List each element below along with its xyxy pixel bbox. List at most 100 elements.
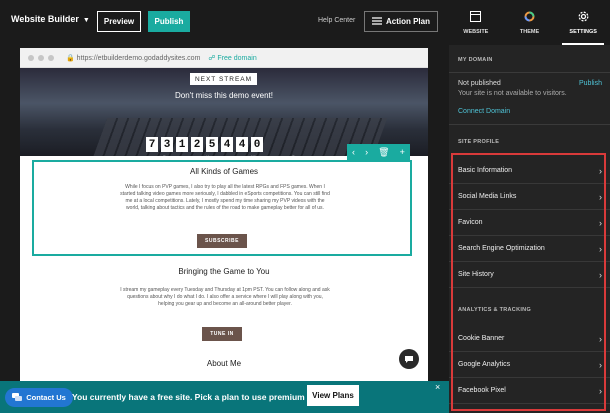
window-dots	[28, 55, 54, 61]
setting-cookie-banner[interactable]: Cookie Banner ›	[449, 326, 610, 352]
setting-basic-information[interactable]: Basic Information ›	[449, 158, 610, 184]
free-domain-label: Free domain	[217, 55, 257, 62]
next-stream-label: NEXT STREAM	[190, 73, 257, 85]
setting-social-media-links[interactable]: Social Media Links ›	[449, 184, 610, 210]
chevron-right-icon: ›	[599, 217, 602, 228]
window-dot	[28, 55, 34, 61]
settings-panel: WEBSITE THEME SETTINGS MY DOMAIN Not pub…	[449, 0, 610, 413]
editor-topbar: Website Builder ▼ Preview Publish Help Ce…	[0, 0, 449, 44]
action-plan-button[interactable]: Action Plan	[364, 11, 438, 32]
action-plan-label: Action Plan	[385, 17, 430, 26]
countdown-digit: 0	[251, 137, 263, 152]
site-preview-frame: 🔒 https://etbuilderdemo.godaddysites.com…	[20, 48, 428, 381]
browser-url-bar: 🔒 https://etbuilderdemo.godaddysites.com…	[20, 48, 428, 68]
countdown-timer: 73125440	[146, 137, 263, 152]
chevron-right-icon: ›	[599, 191, 602, 202]
setting-label: Basic Information	[458, 167, 513, 174]
tab-label: SETTINGS	[569, 28, 597, 35]
close-icon[interactable]: ×	[435, 382, 440, 392]
tab-settings[interactable]: SETTINGS	[556, 0, 610, 45]
setting-site-history[interactable]: Site History ›	[449, 262, 610, 288]
countdown-digit: 5	[206, 137, 218, 152]
setting-label: Cookie Banner	[458, 335, 505, 342]
site-title: Website Builder	[11, 14, 79, 24]
countdown-digit: 1	[176, 137, 188, 152]
countdown-digit: 4	[236, 137, 248, 152]
tab-theme[interactable]: THEME	[503, 0, 557, 45]
window-dot	[38, 55, 44, 61]
chevron-right-icon: ›	[599, 243, 602, 254]
window-dot	[48, 55, 54, 61]
countdown-unit-label: Days	[163, 154, 172, 156]
countdown-unit-label: Hours	[206, 154, 217, 156]
site-profile-heading: SITE PROFILE	[458, 139, 500, 145]
tab-label: WEBSITE	[463, 28, 489, 35]
divider	[449, 124, 610, 125]
analytics-heading: ANALYTICS & TRACKING	[458, 307, 532, 313]
checklist-icon	[371, 16, 382, 27]
section-toolbar: ‹ › 🗑 +	[347, 144, 410, 160]
move-down-icon[interactable]: ›	[365, 147, 368, 157]
color-ring-icon	[524, 11, 535, 24]
chevron-down-icon: ▼	[82, 17, 90, 24]
section-title: About Me	[206, 359, 242, 368]
setting-label: Social Media Links	[458, 193, 517, 200]
countdown-unit-label: Sec	[292, 154, 299, 156]
chat-icon[interactable]	[399, 349, 419, 369]
my-domain-heading: MY DOMAIN	[458, 57, 493, 63]
free-site-message: You currently have a free site. Pick a p…	[72, 392, 343, 402]
section-title: All Kinds of Games	[189, 167, 259, 176]
setting-google-analytics[interactable]: Google Analytics ›	[449, 352, 610, 378]
chevron-right-icon: ›	[599, 333, 602, 344]
lock-icon: 🔒	[66, 55, 75, 62]
section-body: While I focus on PVP games, I also try t…	[120, 184, 330, 211]
gear-icon	[578, 11, 589, 24]
view-plans-button[interactable]: View Plans	[307, 385, 359, 406]
hero-section[interactable]: NEXT STREAM Don't miss this demo event! …	[20, 68, 428, 156]
layout-icon	[470, 10, 482, 24]
url-text: 🔒 https://etbuilderdemo.godaddysites.com…	[66, 54, 257, 62]
contact-us-button[interactable]: Contact Us	[5, 388, 73, 407]
connect-domain-link[interactable]: Connect Domain	[458, 108, 510, 115]
countdown-digit: 7	[146, 137, 158, 152]
section-body: I stream my gameplay every Tuesday and T…	[120, 287, 330, 307]
publish-button[interactable]: Publish	[148, 11, 190, 32]
chevron-right-icon: ›	[599, 385, 602, 396]
panel-tabs: WEBSITE THEME SETTINGS	[449, 0, 610, 45]
chat-bubbles-icon	[12, 392, 23, 403]
move-up-icon[interactable]: ‹	[352, 147, 355, 157]
subscribe-button[interactable]: SUBSCRIBE	[197, 234, 247, 248]
chevron-right-icon: ›	[599, 269, 602, 280]
setting-label: Site History	[458, 271, 494, 278]
preview-button[interactable]: Preview	[97, 11, 141, 32]
tune-in-button[interactable]: TUNE IN	[202, 327, 242, 341]
chevron-right-icon: ›	[599, 359, 602, 370]
setting-facebook-pixel[interactable]: Facebook Pixel ›	[449, 378, 610, 404]
countdown-digit: 4	[221, 137, 233, 152]
hero-headline: Don't miss this demo event!	[174, 91, 273, 100]
divider	[449, 72, 610, 73]
free-domain-link[interactable]: ☍ Free domain	[208, 55, 256, 62]
publish-link[interactable]: Publish	[579, 80, 602, 87]
publish-status: Not published	[458, 80, 501, 87]
countdown-units: Days Hours Min Sec	[146, 154, 316, 156]
chevron-right-icon: ›	[599, 165, 602, 176]
setting-favicon[interactable]: Favicon ›	[449, 210, 610, 236]
setting-seo[interactable]: Search Engine Optimization ›	[449, 236, 610, 262]
trash-icon[interactable]: 🗑	[378, 147, 389, 158]
url-value: https://etbuilderdemo.godaddysites.com	[76, 55, 201, 62]
setting-label: Google Analytics	[458, 361, 511, 368]
status-note: Your site is not available to visitors.	[458, 90, 567, 97]
contact-us-label: Contact Us	[26, 393, 66, 402]
countdown-unit-label: Min	[251, 154, 257, 156]
setting-label: Favicon	[458, 219, 483, 226]
tab-label: THEME	[519, 28, 540, 35]
help-center-link[interactable]: Help Center	[318, 17, 355, 24]
setting-label: Search Engine Optimization	[458, 245, 545, 252]
site-title-menu[interactable]: Website Builder ▼	[11, 14, 90, 24]
add-section-icon[interactable]: +	[400, 147, 405, 157]
section-title: Bringing the Game to You	[178, 267, 270, 276]
tab-website[interactable]: WEBSITE	[449, 0, 503, 45]
countdown-digit: 2	[191, 137, 203, 152]
countdown-digit: 3	[161, 137, 173, 152]
